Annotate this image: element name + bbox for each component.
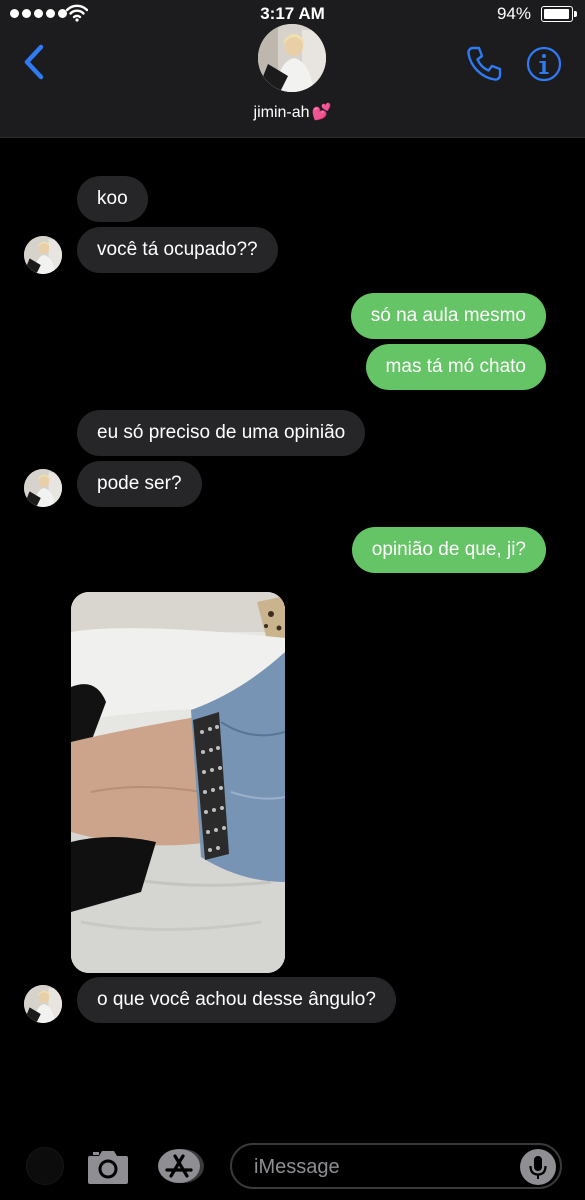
contact-name[interactable]: jimin-ah 💕 [0, 102, 585, 122]
sender-avatar[interactable] [24, 469, 62, 507]
message-bubble-outgoing[interactable]: só na aula mesmo [350, 293, 546, 339]
battery-percentage: 94% [496, 4, 531, 23]
microphone-icon[interactable] [520, 1149, 556, 1185]
message-bubble-incoming[interactable]: eu só preciso de uma opinião [77, 410, 366, 456]
message-bubble-incoming[interactable]: o que você achou desse ângulo? [77, 977, 396, 1023]
message-bubble-incoming[interactable]: pode ser? [77, 461, 202, 507]
battery-icon [541, 6, 577, 22]
photo-attachment[interactable] [71, 592, 285, 973]
compose-bar: iMessage [0, 1135, 585, 1200]
contact-name-text: jimin-ah [253, 104, 310, 121]
two-hearts-emoji: 💕 [311, 104, 332, 121]
imessage-placeholder: iMessage [254, 1156, 340, 1178]
conversation-header: 3:17 AM 94% jimin-ah 💕 [0, 0, 585, 138]
contact-avatar[interactable] [258, 24, 326, 92]
message-bubble-outgoing[interactable]: opinião de que, ji? [351, 527, 546, 573]
sender-avatar[interactable] [24, 236, 62, 274]
message-bubble-incoming[interactable]: você tá ocupado?? [77, 227, 278, 273]
imessage-input[interactable]: iMessage [230, 1143, 562, 1189]
sender-avatar[interactable] [24, 985, 62, 1023]
back-chevron-icon[interactable] [20, 42, 48, 82]
camera-icon[interactable] [86, 1146, 130, 1186]
phone-icon[interactable] [464, 44, 504, 84]
messages-screen: 3:17 AM 94% jimin-ah 💕 koo você tá ocupa… [0, 0, 585, 1200]
message-bubble-outgoing[interactable]: mas tá mó chato [365, 344, 546, 390]
message-bubble-incoming[interactable]: koo [77, 176, 148, 222]
action-circle[interactable] [26, 1147, 64, 1185]
info-icon[interactable] [526, 46, 562, 82]
app-store-icon[interactable] [157, 1148, 205, 1184]
